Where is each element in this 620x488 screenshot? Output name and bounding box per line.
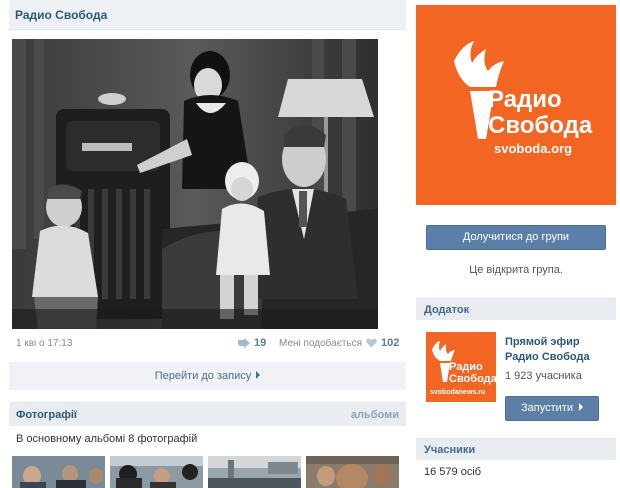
join-group-button[interactable]: Долучитися до групи (426, 225, 606, 250)
chevron-right-icon (256, 371, 261, 379)
torch-logo-icon: Радио Свобода svoboda.org (454, 41, 593, 156)
repost-button[interactable]: 19 (237, 337, 266, 349)
repost-count: 19 (254, 337, 267, 349)
photos-title-link[interactable]: Фотографії (16, 409, 77, 421)
app-icon-domain: svobodanews.ru (430, 389, 485, 396)
app-section-header: Додаток (416, 298, 616, 320)
goto-post-button[interactable]: Перейти до запису (9, 362, 406, 390)
logo-domain: svoboda.org (494, 141, 572, 156)
goto-post-label: Перейти до запису (154, 370, 252, 382)
photo-thumbnail[interactable] (306, 456, 399, 488)
photo-thumbnails (12, 456, 406, 488)
post-photo[interactable] (12, 39, 378, 329)
heart-icon (366, 338, 377, 348)
logo-name-line2: Свобода (488, 112, 593, 139)
group-avatar[interactable]: Радио Свобода svoboda.org (416, 5, 616, 205)
post-photo-image (12, 39, 378, 329)
post-header: Радио Свобода (9, 0, 406, 30)
like-count: 102 (381, 337, 400, 349)
group-open-status: Це відкрита група. (469, 264, 563, 276)
members-count: 16 579 осіб (424, 466, 482, 478)
photo-thumbnail[interactable] (12, 456, 105, 488)
albums-link[interactable]: альбоми (351, 409, 399, 421)
app-members-count: 1 923 учасника (505, 370, 582, 382)
members-section-header: Учасники (416, 438, 616, 460)
app-section-title: Додаток (424, 304, 470, 316)
group-sidebar: Радио Свобода svoboda.org Долучитися до … (416, 0, 616, 488)
wall-post: Радио Свобода 1 кві о 17:13 19 Мені подо… (9, 0, 406, 488)
photos-section-header: Фотографії альбоми (9, 402, 406, 426)
photo-thumbnail[interactable] (110, 456, 203, 488)
members-section-title[interactable]: Учасники (424, 444, 475, 456)
launch-app-button[interactable]: Запустити (505, 396, 599, 421)
chevron-right-icon (578, 403, 583, 411)
repost-icon (238, 338, 250, 348)
post-date[interactable]: 1 кві о 17:13 (16, 338, 72, 349)
logo-name-line1: Радио (488, 86, 562, 113)
app-icon-line2: Свобода (449, 373, 496, 385)
app-name-link[interactable]: Прямой эфир Радио Свобода (505, 335, 615, 365)
like-label: Мені подобається (279, 337, 363, 349)
photo-thumbnail[interactable] (208, 456, 301, 488)
like-button[interactable]: Мені подобається 102 (279, 337, 399, 349)
post-meta: 1 кві о 17:13 19 Мені подобається 102 (9, 336, 406, 352)
app-icon[interactable]: Радио Свобода svobodanews.ru (426, 332, 498, 402)
launch-app-label: Запустити (521, 402, 573, 414)
torch-logo-icon: Радио Свобода svobodanews.ru (430, 341, 498, 396)
photos-count-text: В основному альбомі 8 фотографій (16, 433, 198, 445)
post-author-link[interactable]: Радио Свобода (15, 8, 107, 22)
app-icon-line1: Радио (449, 361, 483, 373)
